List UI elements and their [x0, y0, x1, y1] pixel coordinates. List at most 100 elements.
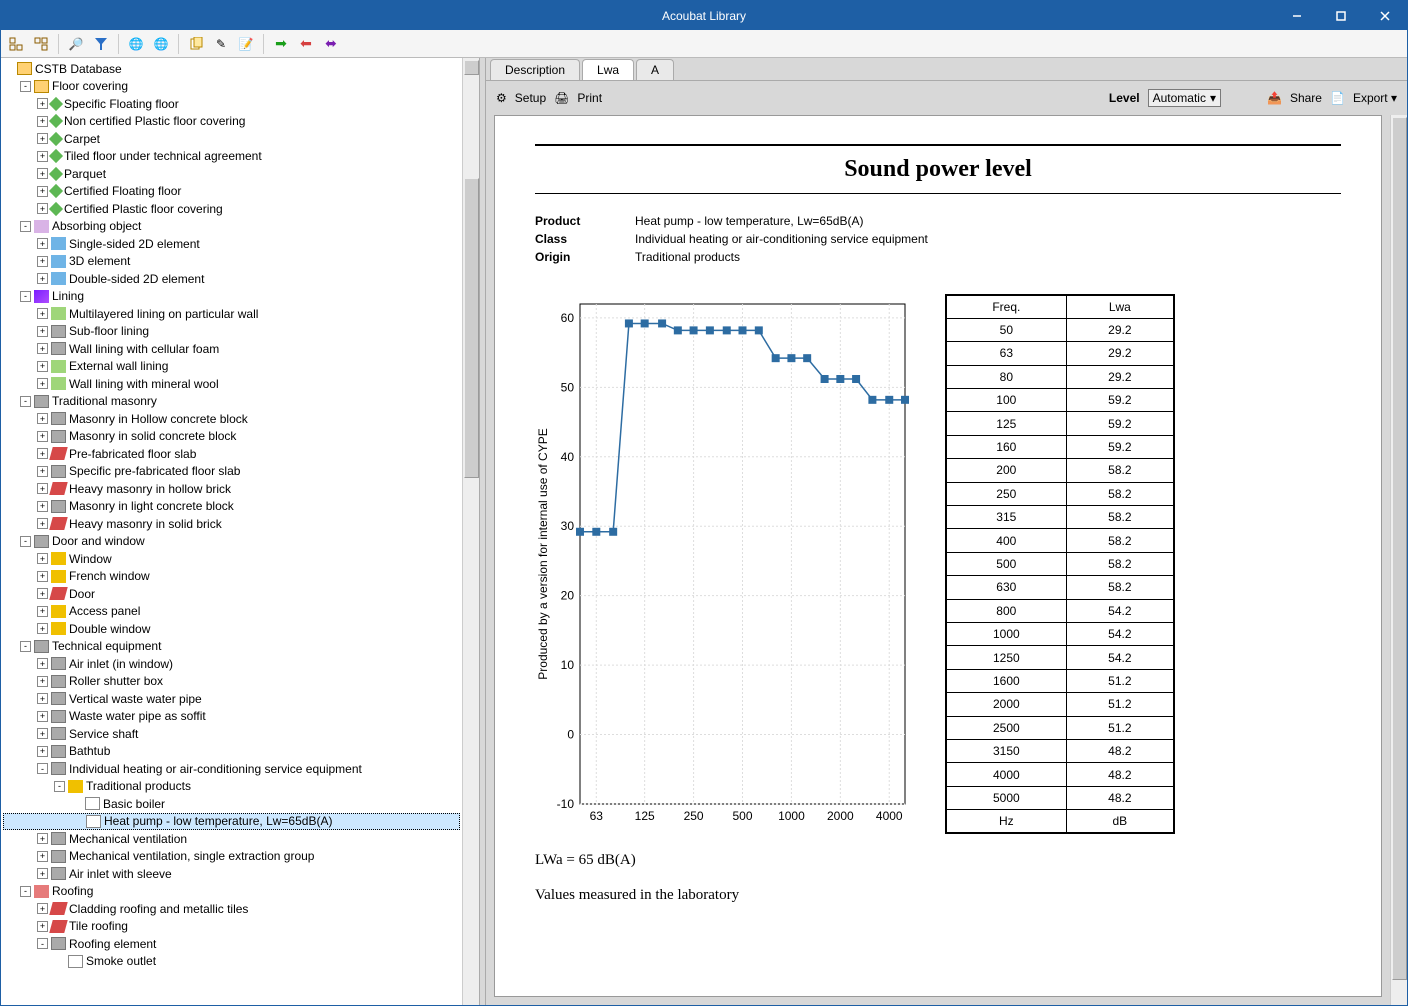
tree-item[interactable]: +Carpet [3, 130, 460, 148]
tree-item[interactable]: +Mechanical ventilation [3, 830, 460, 848]
svg-text:0: 0 [567, 728, 574, 742]
data-table: Freq.Lwa5029.26329.28029.210059.212559.2… [945, 294, 1175, 834]
tree-item[interactable]: -Door and window [3, 533, 460, 551]
svg-text:2000: 2000 [827, 809, 854, 823]
tab-lwa[interactable]: Lwa [582, 59, 634, 80]
tree-item[interactable]: +Cladding roofing and metallic tiles [3, 900, 460, 918]
tree-item[interactable]: +Non certified Plastic floor covering [3, 113, 460, 131]
tree-item[interactable]: +Heavy masonry in solid brick [3, 515, 460, 533]
report-scrollbar[interactable] [1390, 115, 1407, 1005]
tree-item[interactable]: +Tile roofing [3, 918, 460, 936]
titlebar: Acoubat Library [1, 1, 1407, 30]
chart: -10010203040506063125250500100020004000P… [535, 294, 915, 834]
tree-item[interactable]: -Traditional products [3, 778, 460, 796]
tree-item[interactable]: +Masonry in Hollow concrete block [3, 410, 460, 428]
svg-text:30: 30 [561, 519, 575, 533]
tree-item[interactable]: Basic boiler [3, 795, 460, 813]
tree-item[interactable]: -Roofing [3, 883, 460, 901]
share-button[interactable]: Share [1290, 91, 1322, 105]
tree-item[interactable]: +Access panel [3, 603, 460, 621]
tree-item[interactable]: +Waste water pipe as soffit [3, 708, 460, 726]
tree-item[interactable]: +Sub-floor lining [3, 323, 460, 341]
level-select[interactable]: Automatic▾ [1148, 89, 1221, 107]
tree-item[interactable]: +Service shaft [3, 725, 460, 743]
tree-item[interactable]: CSTB Database [3, 60, 460, 78]
tab-a[interactable]: A [636, 59, 674, 80]
arrow-right-icon[interactable]: ➡ [270, 33, 292, 55]
tree-collapse-icon[interactable] [5, 33, 27, 55]
copy-icon[interactable] [185, 33, 207, 55]
window-title: Acoubat Library [662, 9, 746, 23]
globe2-icon[interactable]: 🌐 [150, 33, 172, 55]
tree-item[interactable]: +Specific Floating floor [3, 95, 460, 113]
tree-item[interactable]: +Wall lining with cellular foam [3, 340, 460, 358]
tree-item[interactable]: +Roller shutter box [3, 673, 460, 691]
close-button[interactable] [1363, 1, 1407, 30]
tree-item[interactable]: Smoke outlet [3, 953, 460, 971]
tree-item[interactable]: +Double window [3, 620, 460, 638]
tree-item[interactable]: +Door [3, 585, 460, 603]
share-icon[interactable]: 📤 [1267, 91, 1282, 105]
tree-scrollbar[interactable] [462, 58, 479, 1005]
filter-icon[interactable] [90, 33, 112, 55]
tree-item[interactable]: +Tiled floor under technical agreement [3, 148, 460, 166]
svg-text:500: 500 [732, 809, 752, 823]
tree-item[interactable]: +Air inlet with sleeve [3, 865, 460, 883]
svg-text:40: 40 [561, 450, 575, 464]
tree-item[interactable]: +Pre-fabricated floor slab [3, 445, 460, 463]
tree-item[interactable]: +Double-sided 2D element [3, 270, 460, 288]
minimize-button[interactable] [1275, 1, 1319, 30]
svg-text:63: 63 [590, 809, 604, 823]
tree-item[interactable]: +Certified Plastic floor covering [3, 200, 460, 218]
edit-icon[interactable]: ✎ [210, 33, 232, 55]
report-meta: ProductHeat pump - low temperature, Lw=6… [535, 214, 1341, 264]
note-icon[interactable]: 📝 [235, 33, 257, 55]
tree-item[interactable]: +French window [3, 568, 460, 586]
tree-item[interactable]: -Technical equipment [3, 638, 460, 656]
tree-item[interactable]: +Window [3, 550, 460, 568]
maximize-button[interactable] [1319, 1, 1363, 30]
tree-item[interactable]: -Absorbing object [3, 218, 460, 236]
tree-item[interactable]: +Mechanical ventilation, single extracti… [3, 848, 460, 866]
tree-item[interactable]: +Single-sided 2D element [3, 235, 460, 253]
tree-item[interactable]: +Certified Floating floor [3, 183, 460, 201]
arrow-left-icon[interactable]: ⬅ [295, 33, 317, 55]
svg-text:50: 50 [561, 380, 575, 394]
tree-item[interactable]: +Heavy masonry in hollow brick [3, 480, 460, 498]
export-icon[interactable]: 📄 [1330, 91, 1345, 105]
tabstrip: Description Lwa A [486, 58, 1407, 80]
tree-item[interactable]: +Wall lining with mineral wool [3, 375, 460, 393]
tree-item[interactable]: -Individual heating or air-conditioning … [3, 760, 460, 778]
tree-item[interactable]: +Bathtub [3, 743, 460, 761]
tree-expand-icon[interactable] [30, 33, 52, 55]
report-title: Sound power level [535, 144, 1341, 194]
print-button[interactable]: Print [577, 91, 602, 105]
tree-item[interactable]: +Specific pre-fabricated floor slab [3, 463, 460, 481]
splitter[interactable] [479, 58, 486, 1005]
tree-item[interactable]: +Parquet [3, 165, 460, 183]
setup-button[interactable]: Setup [515, 91, 546, 105]
tree-item[interactable]: -Lining [3, 288, 460, 306]
tree-item[interactable]: -Floor covering [3, 78, 460, 96]
export-button[interactable]: Export ▾ [1353, 91, 1397, 105]
globe-icon[interactable]: 🌐 [125, 33, 147, 55]
tree-item[interactable]: +Masonry in solid concrete block [3, 428, 460, 446]
tab-description[interactable]: Description [490, 59, 580, 80]
tree-item[interactable]: +Masonry in light concrete block [3, 498, 460, 516]
binoculars-icon[interactable]: 🔎 [65, 33, 87, 55]
tree-item[interactable]: +3D element [3, 253, 460, 271]
tree-item[interactable]: Heat pump - low temperature, Lw=65dB(A) [3, 813, 460, 831]
tree-item[interactable]: +Multilayered lining on particular wall [3, 305, 460, 323]
tree-item[interactable]: -Roofing element [3, 935, 460, 953]
svg-text:10: 10 [561, 658, 575, 672]
level-label: Level [1109, 91, 1140, 105]
tree-item[interactable]: +Vertical waste water pipe [3, 690, 460, 708]
tree-item[interactable]: +Air inlet (in window) [3, 655, 460, 673]
gear-icon[interactable]: ⚙ [496, 91, 507, 105]
tree-item[interactable]: +External wall lining [3, 358, 460, 376]
printer-icon[interactable]: 🖨 [554, 91, 569, 105]
svg-text:125: 125 [635, 809, 655, 823]
arrow-both-icon[interactable]: ⬌ [320, 33, 342, 55]
tree-item[interactable]: -Traditional masonry [3, 393, 460, 411]
tree-view[interactable]: CSTB Database-Floor covering+Specific Fl… [1, 58, 462, 1005]
